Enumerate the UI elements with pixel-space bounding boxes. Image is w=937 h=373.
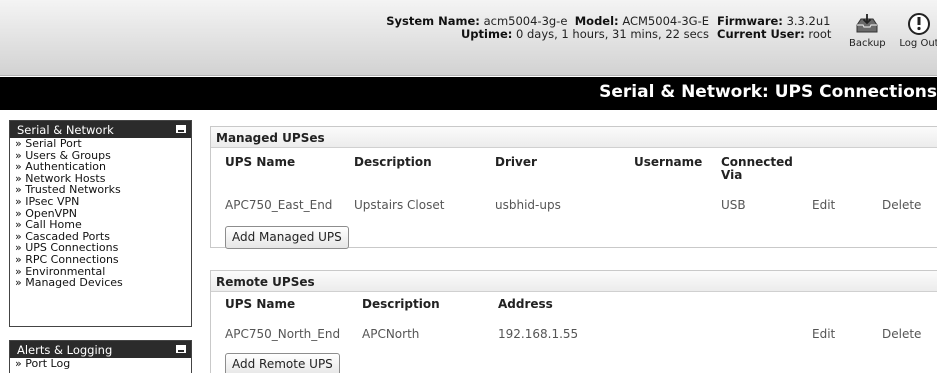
model-value: ACM5004-3G-E	[622, 14, 709, 28]
col-username: Username	[634, 155, 703, 169]
top-header: System Name: acm5004-3g-e Model: ACM5004…	[0, 0, 937, 76]
edit-link[interactable]: Edit	[812, 198, 835, 212]
cell-description: APCNorth	[362, 327, 420, 341]
cell-address: 192.168.1.55	[498, 327, 579, 341]
backup-label: Backup	[849, 38, 886, 49]
cell-ups-name: APC750_East_End	[225, 198, 333, 212]
col-connected-via: Connected Via	[721, 156, 793, 182]
sidebar-serial-network-box: Serial & Network » Serial Port » Users &…	[9, 120, 192, 327]
current-user-value: root	[808, 27, 832, 41]
firmware-value: 3.3.2u1	[786, 14, 831, 28]
sidebar-item-rpc-connections[interactable]: » RPC Connections	[15, 254, 191, 266]
backup-button[interactable]: Backup	[849, 12, 886, 49]
title-bar: Serial & Network: UPS Connections	[0, 77, 937, 110]
managed-ups-panel: Managed UPSes UPS Name Description Drive…	[210, 126, 937, 249]
backup-icon	[856, 14, 878, 33]
sidebar-serial-network-header[interactable]: Serial & Network	[10, 121, 191, 138]
cell-ups-name: APC750_North_End	[225, 327, 341, 341]
system-info-secondary: Firmware: 3.3.2u1 Current User: root	[717, 15, 831, 41]
delete-link[interactable]: Delete	[882, 198, 921, 212]
col-driver: Driver	[495, 155, 537, 169]
add-managed-ups-button[interactable]: Add Managed UPS	[225, 226, 349, 249]
power-icon	[908, 13, 930, 35]
col-description: Description	[362, 297, 440, 311]
uptime-label: Uptime:	[460, 27, 513, 41]
current-user-label: Current User:	[717, 27, 805, 41]
delete-link[interactable]: Delete	[882, 327, 921, 341]
sidebar-item-call-home[interactable]: » Call Home	[15, 219, 191, 231]
system-name-value: acm5004-3g-e	[483, 14, 568, 28]
system-info-primary: System Name: acm5004-3g-e Model: ACM5004…	[386, 15, 709, 41]
uptime-value: 0 days, 1 hours, 31 mins, 22 secs	[516, 27, 709, 41]
col-description: Description	[354, 155, 432, 169]
collapse-icon[interactable]	[176, 345, 186, 353]
sidebar-item-ipsec-vpn[interactable]: » IPsec VPN	[15, 196, 191, 208]
cell-description: Upstairs Closet	[354, 198, 445, 212]
logout-button[interactable]: Log Out	[897, 12, 937, 49]
col-ups-name: UPS Name	[225, 297, 296, 311]
remote-ups-panel: Remote UPSes UPS Name Description Addres…	[210, 270, 937, 373]
sidebar-item-port-log[interactable]: » Port Log	[15, 358, 191, 370]
logout-label: Log Out	[899, 38, 937, 49]
collapse-icon[interactable]	[176, 125, 186, 133]
sidebar-alerts-logging-header[interactable]: Alerts & Logging	[10, 341, 191, 358]
edit-link[interactable]: Edit	[812, 327, 835, 341]
remote-ups-title: Remote UPSes	[211, 271, 937, 292]
page-title: Serial & Network: UPS Connections	[599, 82, 937, 102]
sidebar-section-title: Serial & Network	[17, 123, 114, 137]
col-ups-name: UPS Name	[225, 155, 296, 169]
add-remote-ups-button[interactable]: Add Remote UPS	[225, 353, 340, 373]
sidebar-section-title: Alerts & Logging	[17, 343, 113, 357]
firmware-label: Firmware:	[717, 14, 783, 28]
managed-ups-title: Managed UPSes	[211, 127, 937, 148]
sidebar-item-serial-port[interactable]: » Serial Port	[15, 138, 191, 150]
col-address: Address	[498, 297, 553, 311]
cell-connected-via: USB	[721, 198, 746, 212]
sidebar-alerts-logging-box: Alerts & Logging » Port Log	[9, 340, 192, 373]
sidebar-item-managed-devices[interactable]: » Managed Devices	[15, 277, 191, 289]
col-connected-line2: Via	[721, 168, 743, 182]
system-name-label: System Name:	[386, 14, 480, 28]
model-label: Model:	[574, 14, 619, 28]
cell-driver: usbhid-ups	[495, 198, 561, 212]
